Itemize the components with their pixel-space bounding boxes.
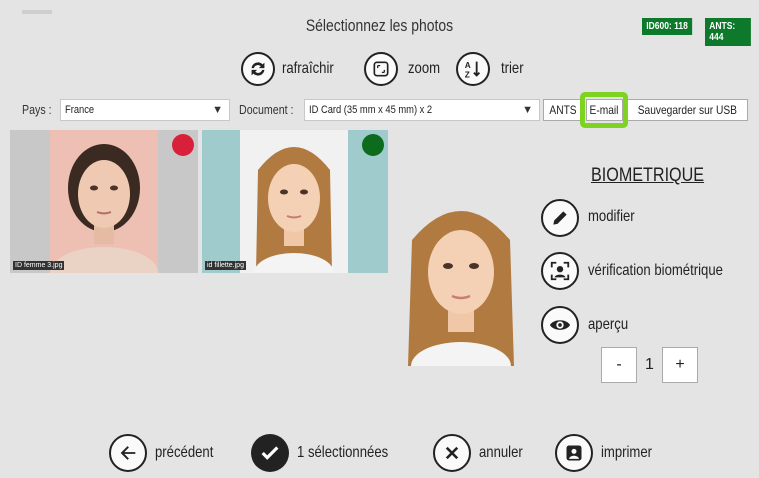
country-label: Pays : xyxy=(22,102,52,117)
print-button[interactable] xyxy=(555,434,593,472)
thumbnail-caption: ID femme 3.jpg xyxy=(13,261,65,270)
selected-count-label: 1 sélectionnées xyxy=(297,444,389,461)
preview-button[interactable] xyxy=(541,306,579,344)
save-usb-label: Sauvegarder sur USB xyxy=(637,103,738,117)
photo-thumbnail-1[interactable]: ID femme 3.jpg xyxy=(10,130,198,273)
minus-label: - xyxy=(616,356,622,373)
refresh-button[interactable] xyxy=(241,52,275,86)
refresh-icon xyxy=(251,62,265,76)
top-left-mark xyxy=(22,10,52,14)
status-dot-red xyxy=(172,134,194,156)
ants-button[interactable]: ANTS xyxy=(543,99,583,121)
print-label[interactable]: imprimer xyxy=(601,444,652,462)
thumbnail-caption: id fillette.jpg xyxy=(205,261,246,270)
status-dot-green xyxy=(362,134,384,156)
id600-counter-badge: ID600: 118 xyxy=(642,18,693,35)
edit-label[interactable]: modifier xyxy=(588,208,635,226)
photo-thumbnail-2[interactable]: id fillette.jpg xyxy=(202,130,388,273)
country-select[interactable]: France ▼ xyxy=(60,99,230,121)
increment-button[interactable]: + xyxy=(662,347,698,383)
selected-photo-preview xyxy=(392,190,530,366)
edit-button[interactable] xyxy=(541,199,579,237)
refresh-label[interactable]: rafraîchir xyxy=(282,60,334,78)
eye-icon xyxy=(549,320,571,330)
biometric-check-button[interactable] xyxy=(541,252,579,290)
sort-label[interactable]: trier xyxy=(501,60,524,78)
zoom-button[interactable] xyxy=(364,52,398,86)
save-usb-button[interactable]: Sauvegarder sur USB xyxy=(627,99,748,121)
ants-counter-badge: ANTS: 444 xyxy=(705,18,751,46)
document-select[interactable]: ID Card (35 mm x 45 mm) x 2 ▼ xyxy=(304,99,540,121)
previous-label[interactable]: précédent xyxy=(155,444,213,462)
biometric-check-label[interactable]: vérification biométrique xyxy=(588,262,723,280)
woman-portrait-photo xyxy=(50,144,158,273)
checkmark-icon xyxy=(261,446,279,460)
pencil-icon xyxy=(553,211,567,225)
ants-button-label: ANTS xyxy=(549,103,577,117)
cancel-button[interactable] xyxy=(433,434,471,472)
chevron-down-icon: ▼ xyxy=(212,104,223,116)
sort-button[interactable]: AZ xyxy=(456,52,490,86)
svg-text:A: A xyxy=(465,61,471,70)
plus-label: + xyxy=(675,356,685,373)
cancel-label[interactable]: annuler xyxy=(479,444,523,462)
decrement-button[interactable]: - xyxy=(601,347,637,383)
email-button-label: E-mail xyxy=(590,103,619,117)
page-title: Sélectionnez les photos xyxy=(305,16,454,35)
zoom-label[interactable]: zoom xyxy=(408,60,440,78)
quantity-value: 1 xyxy=(645,356,654,373)
document-value: ID Card (35 mm x 45 mm) x 2 xyxy=(309,104,433,116)
document-label: Document : xyxy=(239,102,294,117)
selected-check-button[interactable] xyxy=(251,434,289,472)
email-button[interactable]: E-mail xyxy=(586,99,623,121)
sort-az-icon: AZ xyxy=(465,61,481,79)
close-icon xyxy=(445,446,459,460)
arrow-left-icon xyxy=(120,446,136,460)
zoom-icon xyxy=(373,61,389,77)
country-value: France xyxy=(65,104,95,116)
chevron-down-icon: ▼ xyxy=(522,104,533,116)
previous-button[interactable] xyxy=(109,434,147,472)
biometric-section-title: BIOMETRIQUE xyxy=(591,165,705,186)
portrait-print-icon xyxy=(566,445,582,461)
girl-portrait-photo xyxy=(254,147,334,273)
face-scan-icon xyxy=(550,261,570,281)
svg-text:Z: Z xyxy=(465,70,470,79)
preview-label[interactable]: aperçu xyxy=(588,316,628,334)
